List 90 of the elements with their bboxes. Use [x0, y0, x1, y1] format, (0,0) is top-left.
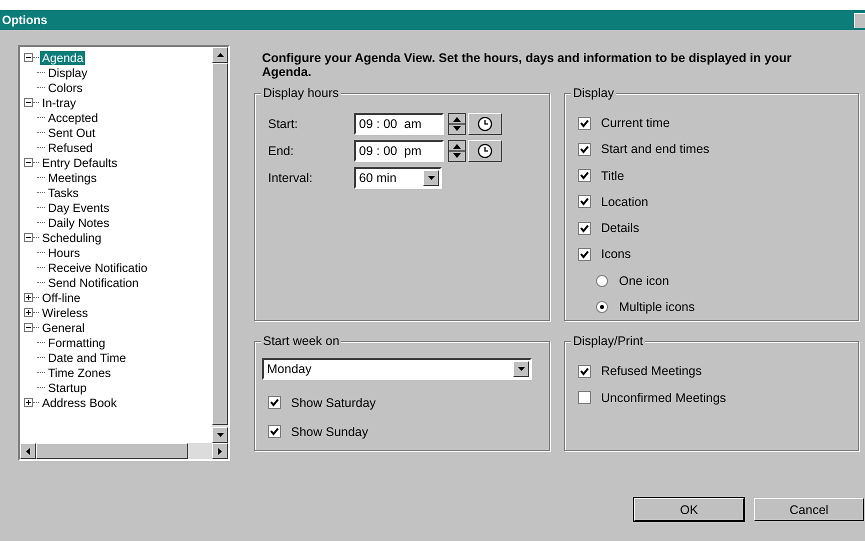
instruction-text: Configure your Agenda View. Set the hours, days and information to be displayed in your Agenda. [261, 51, 792, 79]
tree-item[interactable]: Send Notification [46, 276, 141, 290]
checkbox[interactable] [578, 142, 591, 156]
close-button[interactable] [854, 12, 865, 28]
expand-icon[interactable] [24, 398, 33, 407]
tree-item[interactable]: Wireless [40, 306, 90, 320]
tree-item[interactable]: Receive Notificatio [46, 260, 150, 274]
down-arrow-icon [216, 433, 224, 437]
option-label: One icon [619, 274, 670, 288]
tree-item[interactable]: Accepted [46, 110, 100, 124]
tree-item[interactable]: Date and Time [46, 350, 128, 364]
group-title: Display hours [261, 86, 341, 100]
dropdown-arrow-icon [428, 176, 434, 180]
checkbox[interactable] [578, 222, 591, 235]
start-time-field[interactable]: 09 : 00 am [354, 113, 444, 135]
field-label: Start: [268, 117, 299, 131]
option-label: Unconfirmed Meetings [601, 390, 726, 405]
tree-item[interactable]: Daily Notes [46, 216, 112, 230]
tree-item[interactable]: Meetings [46, 170, 99, 184]
option-label: Title [601, 168, 624, 183]
checkbox[interactable] [578, 195, 591, 208]
collapse-icon[interactable] [24, 98, 33, 107]
collapse-icon[interactable] [24, 233, 33, 242]
collapse-icon[interactable] [24, 53, 33, 62]
field-label: Interval: [268, 171, 314, 185]
scroll-up-button[interactable] [212, 47, 228, 63]
tree-item[interactable]: Sent Out [46, 126, 98, 140]
group-title: Display/Print [571, 334, 646, 348]
checkbox[interactable] [578, 116, 591, 130]
checkbox[interactable] [268, 425, 281, 438]
spin-button[interactable] [448, 113, 466, 135]
option-label: Show Saturday [291, 396, 376, 410]
option-label: Icons [601, 247, 631, 262]
tree-item[interactable]: Entry Defaults [40, 156, 120, 170]
window-title: Options [2, 13, 48, 27]
tree-item[interactable]: Scheduling [40, 230, 104, 244]
checkbox[interactable] [578, 169, 591, 182]
tree-item[interactable]: General [40, 320, 87, 334]
scroll-down-button[interactable] [212, 427, 228, 443]
dropdown-arrow-icon [518, 367, 524, 371]
option-label: Refused Meetings [601, 364, 702, 378]
checkbox[interactable] [578, 391, 591, 404]
scroll-right-button[interactable] [212, 443, 228, 459]
field-label: End: [268, 144, 295, 158]
tree-item[interactable]: Agenda [40, 50, 86, 64]
tree-item[interactable]: Off-line [40, 290, 82, 304]
start-day-dropdown[interactable]: Monday [262, 358, 532, 380]
clock-button[interactable] [468, 140, 502, 162]
tree-item[interactable]: Display [46, 66, 90, 80]
horizontal-scrollbar[interactable] [20, 443, 228, 459]
interval-dropdown[interactable]: 60 min [354, 167, 442, 189]
spin-button[interactable] [448, 140, 466, 162]
tree-item[interactable]: Address Book [40, 396, 119, 410]
group-title: Start week on [261, 334, 342, 348]
option-label: Start and end times [601, 142, 710, 156]
expand-icon[interactable] [24, 308, 33, 317]
clock-button[interactable] [468, 113, 502, 135]
radio-button[interactable] [596, 274, 608, 287]
checkbox[interactable] [578, 248, 591, 261]
left-arrow-icon [26, 448, 30, 454]
clock-icon [477, 143, 493, 159]
up-arrow-icon [216, 53, 224, 57]
option-label: Location [601, 194, 648, 209]
checkbox[interactable] [268, 396, 281, 409]
ok-button[interactable]: OK [634, 498, 744, 521]
tree-item[interactable]: Tasks [46, 186, 81, 200]
tree-item[interactable]: Hours [46, 246, 82, 260]
option-label: Show Sunday [291, 424, 368, 438]
cancel-button[interactable]: Cancel [754, 498, 864, 521]
option-label: Multiple icons [619, 300, 695, 314]
right-arrow-icon [218, 448, 222, 454]
scroll-thumb[interactable] [36, 443, 188, 459]
clock-icon [477, 116, 493, 132]
tree-item[interactable]: Time Zones [46, 366, 113, 380]
checkbox[interactable] [578, 364, 591, 378]
tree-item[interactable]: Day Events [46, 200, 112, 214]
expand-icon[interactable] [24, 293, 33, 302]
tree-item[interactable]: Colors [46, 80, 85, 94]
tree-item[interactable]: Startup [46, 380, 89, 394]
collapse-icon[interactable] [24, 323, 33, 332]
option-label: Current time [601, 116, 670, 130]
tree-item[interactable]: In-tray [40, 96, 78, 110]
option-label: Details [601, 221, 640, 236]
radio-button[interactable] [596, 300, 608, 313]
tree-item[interactable]: Refused [46, 140, 95, 154]
scroll-left-button[interactable] [20, 443, 36, 459]
collapse-icon[interactable] [24, 158, 33, 167]
tree-item[interactable]: Formatting [46, 336, 108, 350]
group-title: Display [571, 86, 616, 100]
end-time-field[interactable]: 09 : 00 pm [354, 140, 444, 162]
